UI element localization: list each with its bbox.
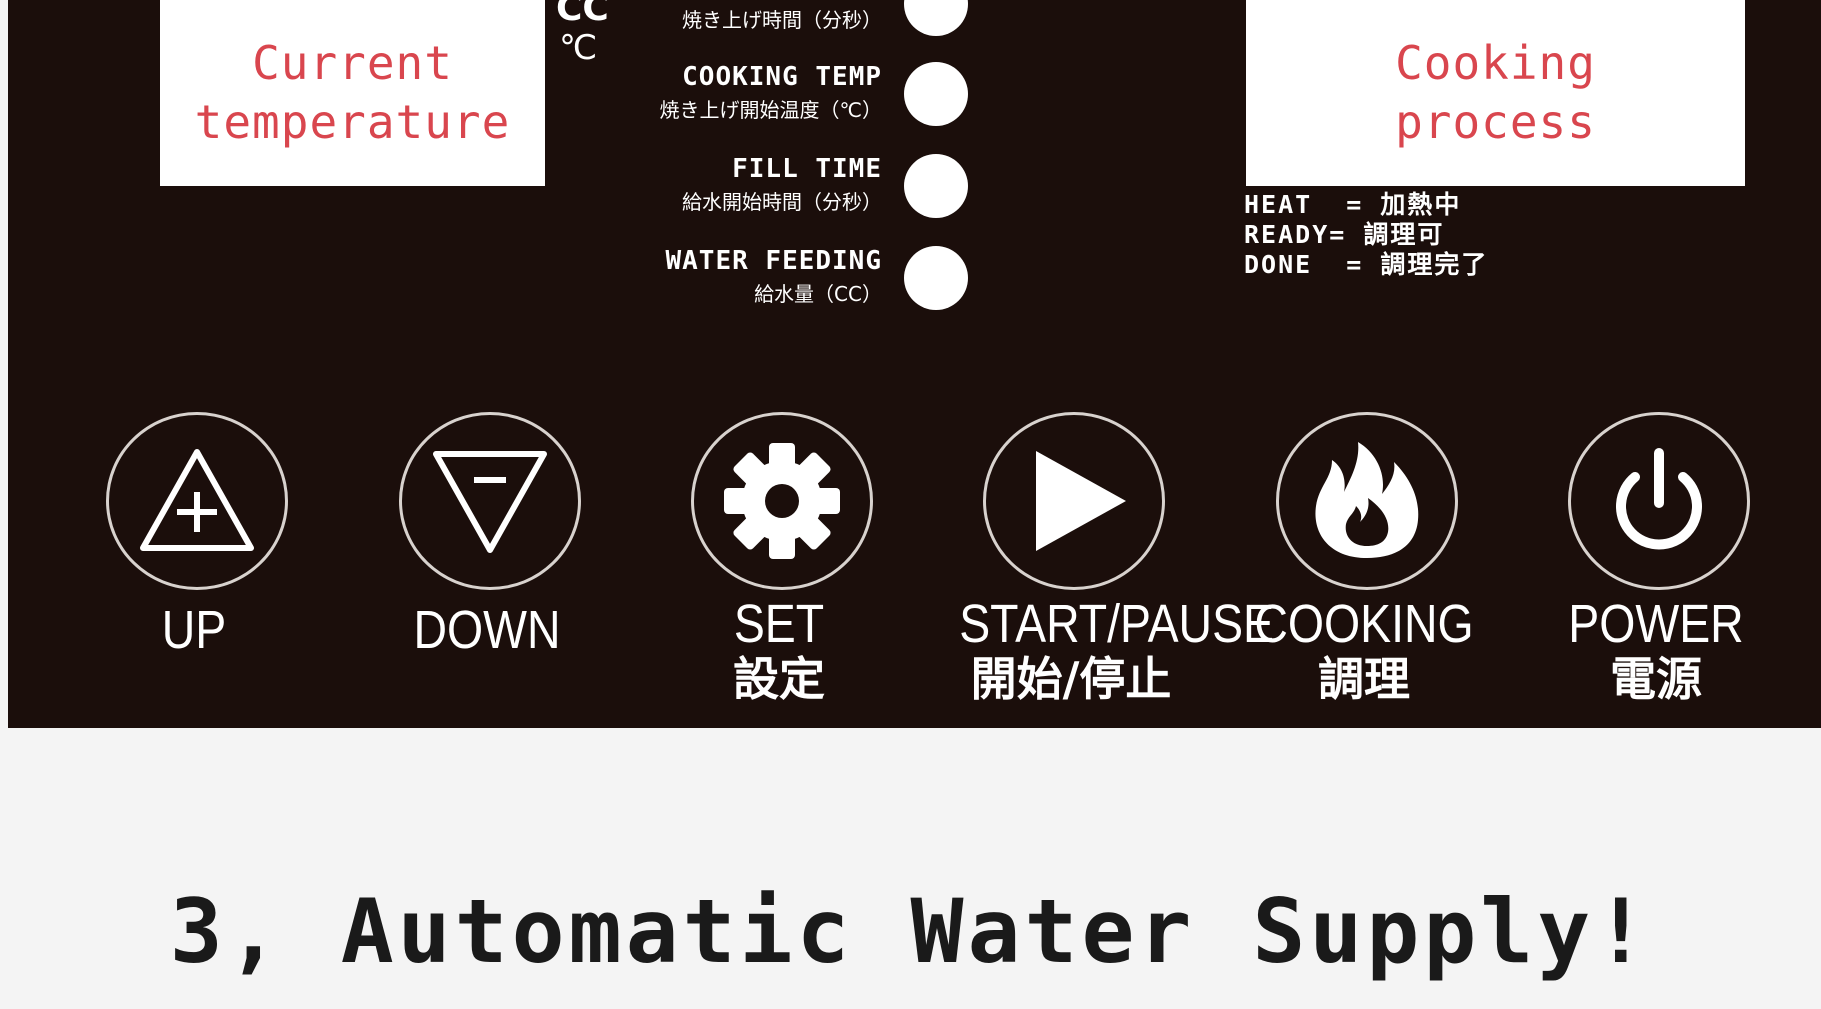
legend-ready: READY= 調理可: [1244, 220, 1445, 249]
start-pause-button-ring[interactable]: [983, 412, 1165, 590]
power-button-sublabel: 電源: [1610, 652, 1702, 706]
gear-icon: [724, 443, 840, 559]
display-left-line1: Current: [252, 36, 453, 91]
cooking-button-label: COOKING: [1254, 594, 1474, 654]
indicator-label-jp: 給水開始時間（分秒）: [682, 190, 882, 214]
indicator-jp-top: 焼き上げ時間（分秒）: [682, 8, 882, 32]
power-button-ring[interactable]: [1568, 412, 1750, 590]
display-right-line2: process: [1395, 95, 1596, 149]
flame-icon: [1315, 442, 1419, 558]
indicator-row-fill-time: FILL TIME 給水開始時間（分秒）: [608, 150, 968, 222]
up-button-ring[interactable]: [106, 412, 288, 590]
legend-done: DONE = 調理完了: [1244, 250, 1489, 279]
start-pause-button-sublabel: 開始/停止: [970, 652, 1172, 706]
unit-cc-label: CC: [556, 0, 609, 29]
down-triangle-icon: [433, 451, 547, 553]
indicator-row-cooking-temp: COOKING TEMP 焼き上げ開始温度（℃）: [608, 58, 968, 130]
power-button[interactable]: POWER 電源: [1526, 408, 1786, 708]
indicator-row-water-feeding: WATER FEEDING 給水量（CC）: [608, 242, 968, 314]
down-button-ring[interactable]: [399, 412, 581, 590]
set-button-sublabel: 設定: [733, 652, 825, 706]
up-button-label: UP: [161, 600, 227, 660]
down-button-label: DOWN: [413, 600, 561, 660]
power-button-label: POWER: [1568, 594, 1744, 654]
indicator-label: COOKING TEMP: [682, 62, 882, 92]
indicator-led-top: [904, 0, 968, 36]
set-button-label: SET: [733, 594, 825, 654]
display-right-line1: Cooking: [1395, 36, 1596, 91]
start-pause-button[interactable]: START/PAUSE 開始/停止: [941, 408, 1275, 708]
legend-heat: HEAT = 加熱中: [1244, 190, 1462, 219]
down-button[interactable]: DOWN: [357, 408, 617, 708]
set-button[interactable]: SET 設定: [649, 408, 909, 708]
indicator-row-top-partial: 焼き上げ時間（分秒）: [608, 0, 968, 40]
start-pause-button-label: START/PAUSE: [959, 594, 1275, 654]
cooking-button-sublabel: 調理: [1318, 652, 1410, 706]
set-button-ring[interactable]: [691, 412, 873, 590]
display-left-line2: temperature: [194, 95, 511, 149]
cooking-button[interactable]: COOKING 調理: [1234, 408, 1494, 708]
indicator-label-jp: 給水量（CC）: [754, 282, 882, 306]
indicator-led: [904, 62, 968, 126]
indicator-label: WATER FEEDING: [665, 246, 882, 276]
caption-heading: 3, Automatic Water Supply!: [169, 880, 1652, 983]
indicator-label: FILL TIME: [732, 154, 882, 184]
cooking-button-ring[interactable]: [1276, 412, 1458, 590]
play-icon: [1036, 451, 1126, 551]
status-legend: HEAT = 加熱中 READY= 調理可 DONE = 調理完了: [1244, 190, 1488, 280]
cooking-process-display: Cooking process: [1246, 0, 1745, 186]
up-button[interactable]: UP: [64, 408, 324, 708]
indicator-label-jp: 焼き上げ開始温度（℃）: [659, 98, 882, 122]
control-panel: Current temperature CC ℃ 焼き上げ時間（分秒） COOK…: [8, 0, 1821, 728]
up-triangle-icon: [140, 449, 254, 551]
indicator-led: [904, 246, 968, 310]
unit-celsius-label: ℃: [559, 28, 598, 68]
power-icon: [1616, 448, 1702, 550]
indicator-led: [904, 154, 968, 218]
current-temperature-display: Current temperature: [160, 0, 545, 186]
